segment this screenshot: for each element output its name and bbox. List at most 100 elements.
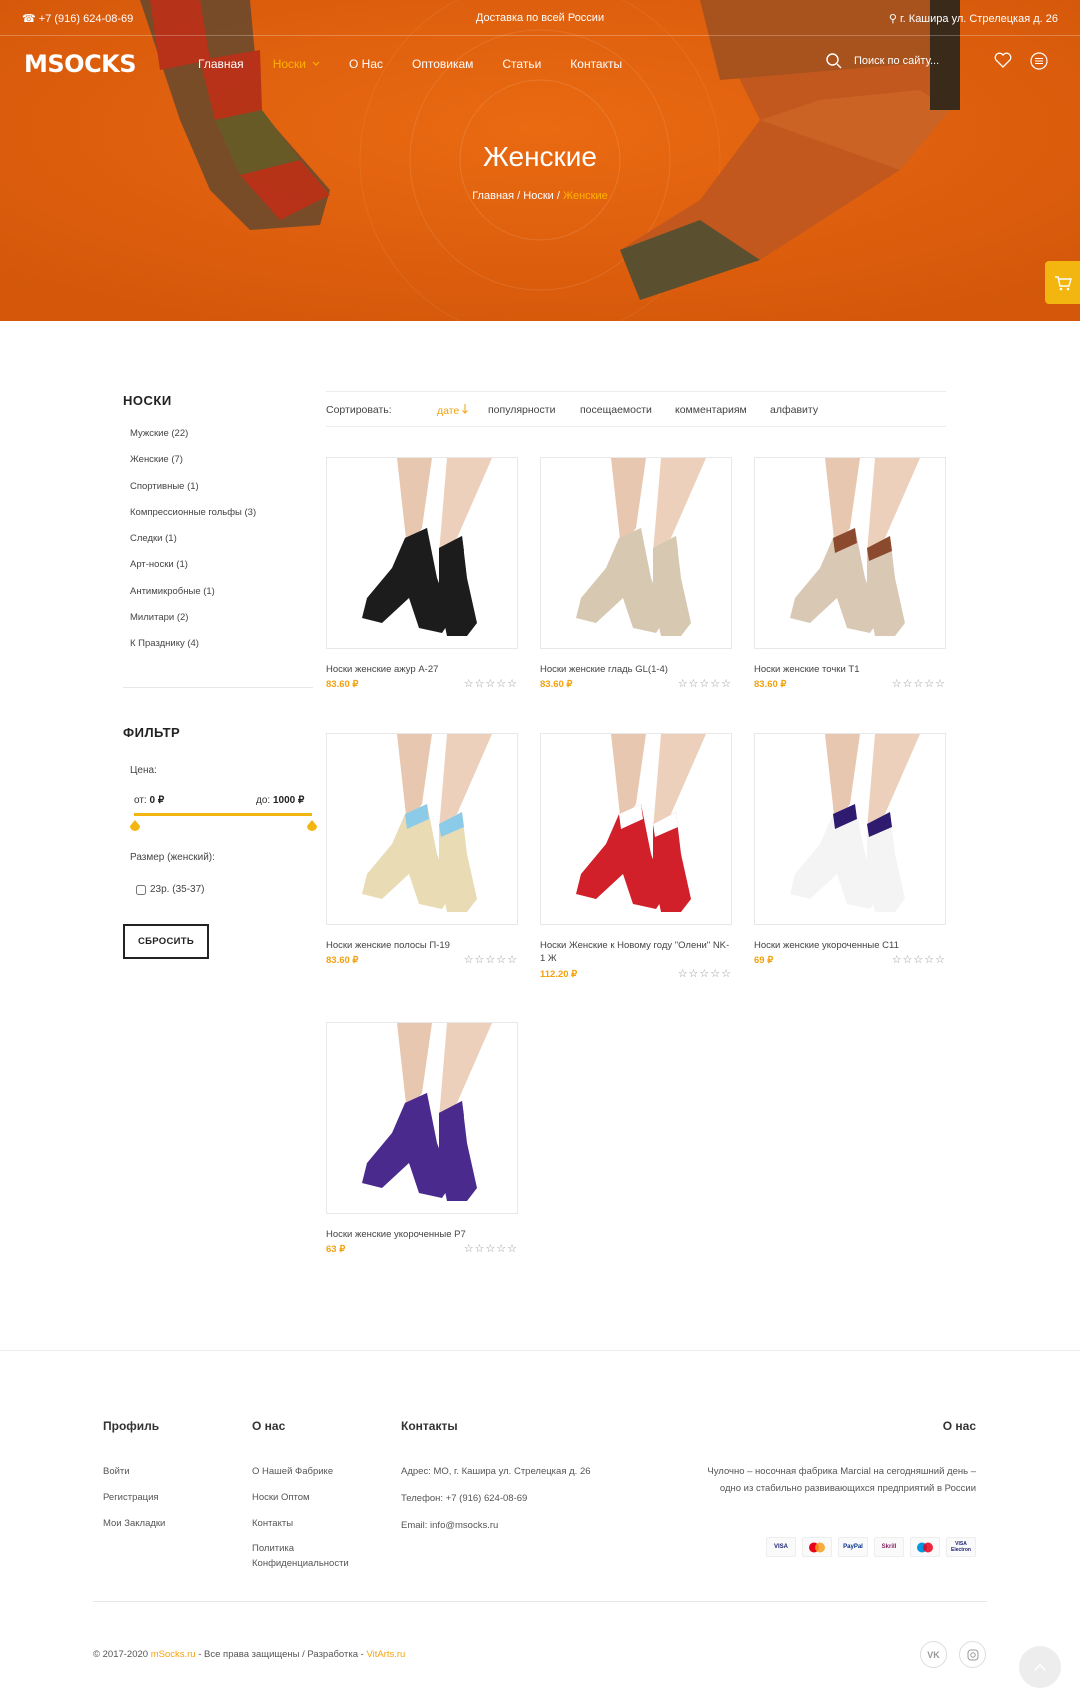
filter-title: ФИЛЬТР <box>123 725 181 740</box>
price-slider-max-handle[interactable] <box>307 820 317 832</box>
product-card[interactable]: Носки женские гладь GL(1-4) 83.60 ₽ ☆☆☆☆☆ <box>540 457 732 690</box>
menu-item-wholesale[interactable]: Оптовикам <box>412 57 473 71</box>
category-item[interactable]: Милитари (2) <box>130 612 256 638</box>
price-slider-min-handle[interactable] <box>130 820 140 832</box>
product-card[interactable]: Носки женские укороченные С11 69 ₽ ☆☆☆☆☆ <box>754 733 946 966</box>
chevron-up-icon <box>1034 1663 1046 1671</box>
scroll-to-top-button[interactable] <box>1019 1646 1061 1688</box>
price-slider-track[interactable] <box>134 813 312 816</box>
hamburger-menu-icon[interactable] <box>1030 52 1048 70</box>
product-image[interactable] <box>326 733 518 925</box>
size-checkbox[interactable] <box>136 884 146 895</box>
menu-item-home[interactable]: Главная <box>198 57 244 71</box>
breadcrumb: Главная / Носки / Женские <box>472 190 608 202</box>
size-label: Размер (женский): <box>130 852 215 863</box>
rating-stars[interactable]: ☆☆☆☆☆ <box>678 677 732 690</box>
footer-divider <box>93 1601 987 1602</box>
category-item[interactable]: Мужские (22) <box>130 428 256 454</box>
paypal-icon: PayPal <box>838 1537 868 1557</box>
reset-filter-button[interactable]: СБРОСИТЬ <box>123 924 209 959</box>
footer-link-contacts[interactable]: Контакты <box>252 1516 293 1531</box>
page-title: Женские <box>482 141 597 172</box>
sort-label: Сортировать: <box>326 404 392 416</box>
product-image[interactable] <box>326 1022 518 1214</box>
rating-stars[interactable]: ☆☆☆☆☆ <box>892 953 946 966</box>
product-card[interactable]: Носки женские точки Т1 83.60 ₽ ☆☆☆☆☆ <box>754 457 946 690</box>
footer-email[interactable]: Email: info@msocks.ru <box>401 1518 498 1533</box>
chevron-down-icon <box>312 61 320 66</box>
footer-link-bookmarks[interactable]: Мои Закладки <box>103 1516 165 1531</box>
product-card[interactable]: Носки женские полосы П-19 83.60 ₽ ☆☆☆☆☆ <box>326 733 518 966</box>
sort-by-popularity[interactable]: популярности <box>488 404 555 416</box>
menu: Главная Носки О Нас Оптовикам Статьи Кон… <box>198 57 651 71</box>
sort-by-comments[interactable]: комментариям <box>675 404 747 416</box>
size-option[interactable]: 23р. (35-37) <box>136 884 204 895</box>
address-text: г. Кашира ул. Стрелецкая д. 26 <box>900 13 1058 25</box>
heart-icon[interactable] <box>994 52 1012 68</box>
product-image[interactable] <box>540 733 732 925</box>
rating-stars[interactable]: ☆☆☆☆☆ <box>678 967 732 980</box>
category-item[interactable]: Антимикробные (1) <box>130 586 256 612</box>
vk-icon[interactable]: VK <box>920 1641 947 1668</box>
instagram-icon[interactable] <box>959 1641 986 1668</box>
sidebar-divider <box>123 687 313 688</box>
menu-item-contacts[interactable]: Контакты <box>570 57 622 71</box>
categories-title: НОСКИ <box>123 393 172 408</box>
product-image[interactable] <box>754 733 946 925</box>
category-item[interactable]: Спортивные (1) <box>130 481 256 507</box>
price-label: Цена: <box>130 765 157 776</box>
product-image[interactable] <box>540 457 732 649</box>
rating-stars[interactable]: ☆☆☆☆☆ <box>892 677 946 690</box>
category-list: Мужские (22) Женские (7) Спортивные (1) … <box>130 428 256 665</box>
price-to-value: 1000 ₽ <box>272 795 305 806</box>
product-name[interactable]: Носки женские укороченные С11 <box>754 939 946 952</box>
footer-link-wholesale[interactable]: Носки Оптом <box>252 1490 310 1505</box>
product-name[interactable]: Носки женские точки Т1 <box>754 663 946 676</box>
product-image[interactable] <box>326 457 518 649</box>
menu-item-socks[interactable]: Носки <box>273 57 320 71</box>
footer-link-factory[interactable]: О Нашей Фабрике <box>252 1464 333 1479</box>
sort-by-visits[interactable]: посещаемости <box>580 404 652 416</box>
footer-link-login[interactable]: Войти <box>103 1464 130 1479</box>
product-name[interactable]: Носки женские полосы П-19 <box>326 939 518 952</box>
product-card[interactable]: Носки женские укороченные Р7 63 ₽ ☆☆☆☆☆ <box>326 1022 518 1255</box>
category-item[interactable]: Арт-носки (1) <box>130 559 256 585</box>
floating-cart-button[interactable] <box>1045 261 1080 304</box>
product-price: 83.60 ₽ <box>326 955 359 966</box>
rating-stars[interactable]: ☆☆☆☆☆ <box>464 1242 518 1255</box>
footer-link-register[interactable]: Регистрация <box>103 1490 159 1505</box>
copyright-site-link[interactable]: mSocks.ru <box>151 1649 196 1660</box>
footer-link-privacy[interactable]: Политика Конфиденциальности <box>252 1541 372 1571</box>
footer-about-title: О нас <box>252 1419 286 1433</box>
site-logo[interactable]: MSOCKS <box>24 50 137 78</box>
developer-link[interactable]: VitArts.ru <box>366 1649 405 1660</box>
sort-by-alphabet[interactable]: алфавиту <box>770 404 818 416</box>
footer-address: Адрес: МО, г. Кашира ул. Стрелецкая д. 2… <box>401 1466 591 1477</box>
search-icon[interactable] <box>826 53 842 69</box>
breadcrumb-socks[interactable]: Носки <box>523 190 554 202</box>
product-name[interactable]: Носки женские гладь GL(1-4) <box>540 663 732 676</box>
product-name[interactable]: Носки женские укороченные Р7 <box>326 1228 518 1241</box>
category-item[interactable]: Женские (7) <box>130 454 256 480</box>
menu-item-about[interactable]: О Нас <box>349 57 383 71</box>
price-from-value: 0 ₽ <box>149 795 165 806</box>
menu-item-articles[interactable]: Статьи <box>502 57 541 71</box>
rating-stars[interactable]: ☆☆☆☆☆ <box>464 677 518 690</box>
product-card[interactable]: Носки женские ажур А-27 83.60 ₽ ☆☆☆☆☆ <box>326 457 518 690</box>
sort-by-date[interactable]: дате <box>437 404 469 417</box>
product-price: 83.60 ₽ <box>540 679 573 690</box>
product-name[interactable]: Носки женские ажур А-27 <box>326 663 518 676</box>
copyright-years: © 2017-2020 <box>93 1649 149 1660</box>
category-item[interactable]: К Празднику (4) <box>130 638 256 664</box>
product-name[interactable]: Носки Женские к Новому году "Олени" NK-1… <box>540 939 732 965</box>
breadcrumb-home[interactable]: Главная <box>472 190 514 202</box>
footer-phone[interactable]: Телефон: +7 (916) 624-08-69 <box>401 1491 527 1506</box>
product-card[interactable]: Носки Женские к Новому году "Олени" NK-1… <box>540 733 732 980</box>
category-item[interactable]: Следки (1) <box>130 533 256 559</box>
product-image[interactable] <box>754 457 946 649</box>
search-input[interactable] <box>854 55 974 67</box>
price-to-label: до: <box>256 795 271 806</box>
footer-about-text: Чулочно – носочная фабрика Marcial на се… <box>707 1466 976 1494</box>
rating-stars[interactable]: ☆☆☆☆☆ <box>464 953 518 966</box>
category-item[interactable]: Компрессионные гольфы (3) <box>130 507 256 533</box>
